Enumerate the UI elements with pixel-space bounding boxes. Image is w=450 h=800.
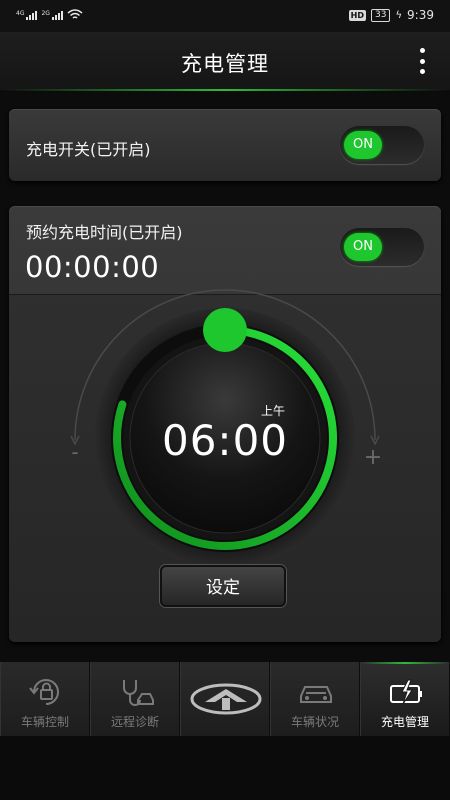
set-button[interactable]: 设定 — [160, 565, 286, 607]
nav-label: 充电管理 — [380, 715, 429, 729]
battery-charge-icon — [390, 679, 422, 705]
network-type-label-2: 2G — [41, 10, 50, 17]
system-nav-area — [0, 736, 450, 800]
signal-indicators: 4G 2G — [16, 9, 83, 20]
nav-item-charging-management[interactable]: 充电管理 — [360, 662, 450, 736]
hd-badge: HD — [348, 9, 366, 21]
charging-switch-label: 充电开关(已开启) — [26, 140, 151, 159]
nav-label: 车辆状况 — [290, 715, 339, 729]
signal-strength-icon-2: 2G — [41, 10, 63, 20]
battery-icon: 33 — [370, 8, 391, 22]
nav-label: 远程诊断 — [110, 715, 159, 729]
dial-time: 06:00 — [161, 416, 289, 465]
clock: 9:39 — [407, 8, 434, 22]
header-divider — [0, 89, 450, 91]
page-title: 充电管理 — [181, 52, 269, 76]
signal-strength-icon: 4G — [16, 10, 38, 20]
toggle-on-label: ON — [344, 131, 382, 159]
status-bar: 4G 2G HD 33 ϟ 9:39 — [0, 0, 450, 32]
network-type-label: 4G — [16, 10, 25, 17]
charging-switch-card: 充电开关(已开启) ON — [9, 109, 441, 181]
status-right: HD 33 ϟ 9:39 — [348, 8, 434, 22]
bottom-nav: 车辆控制 远程诊断 车辆状况 充电管理 — [0, 662, 450, 736]
nav-item-vehicle-status[interactable]: 车辆状况 — [270, 662, 360, 736]
dial-knob — [203, 308, 247, 352]
schedule-charging-card: 预约充电时间(已开启) 00:00:00 ON - + 上午 06:00 设定 — [9, 206, 441, 642]
brand-logo-icon — [190, 683, 262, 715]
wifi-icon — [67, 9, 83, 19]
more-vertical-icon[interactable] — [418, 48, 426, 74]
nav-item-remote-diagnosis[interactable]: 远程诊断 — [90, 662, 180, 736]
nav-item-home-logo[interactable] — [180, 662, 270, 736]
car-icon — [300, 686, 332, 703]
nav-label: 车辆控制 — [20, 715, 69, 729]
stethoscope-car-icon — [123, 680, 154, 706]
charging-switch-toggle[interactable]: ON — [340, 126, 424, 164]
lock-refresh-icon — [29, 679, 59, 705]
charging-bolt-icon: ϟ — [395, 9, 403, 21]
nav-item-vehicle-control[interactable]: 车辆控制 — [0, 662, 90, 736]
app-header: 充电管理 — [0, 32, 450, 90]
